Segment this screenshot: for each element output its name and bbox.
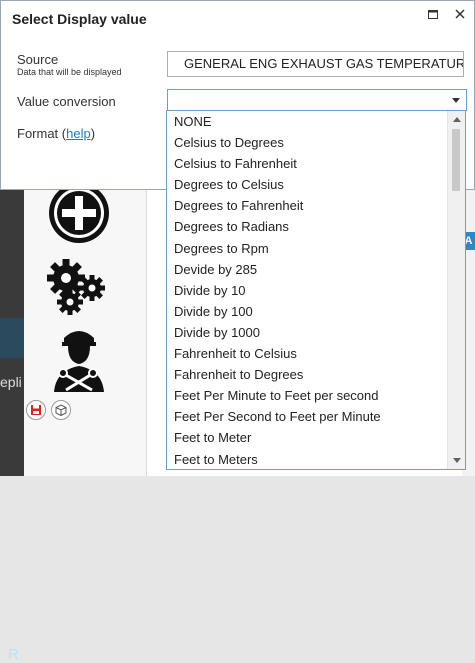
package-button[interactable] xyxy=(51,400,71,420)
dropdown-option[interactable]: Fahrenheit to Celsius xyxy=(167,343,465,364)
dropdown-option[interactable]: Feet to Meters xyxy=(167,449,465,470)
scroll-down-button[interactable] xyxy=(448,452,465,469)
format-label-suffix: ) xyxy=(90,126,96,141)
dropdown-option[interactable]: Degrees to Celsius xyxy=(167,174,465,195)
dropdown-options: NONE Celsius to Degrees Celsius to Fahrenh… xyxy=(167,111,465,470)
scrollbar-thumb[interactable] xyxy=(452,129,460,191)
gears-icon[interactable] xyxy=(46,256,110,318)
dropdown-option[interactable]: Divide by 10 xyxy=(167,280,465,301)
dropdown-option[interactable]: Feet Per Second to Feet per Minute xyxy=(167,406,465,427)
maximize-icon xyxy=(428,9,438,19)
source-field[interactable]: GENERAL ENG EXHAUST GAS TEMPERATURE: xyxy=(167,51,464,77)
format-label: Format (help) xyxy=(17,126,95,141)
dropdown-option[interactable]: Degrees to Fahrenheit xyxy=(167,195,465,216)
background-left-text: epli xyxy=(0,374,22,390)
floppy-icon xyxy=(31,405,41,415)
package-icon xyxy=(55,404,67,416)
value-conversion-select[interactable] xyxy=(167,89,467,111)
value-conversion-dropdown-list[interactable]: NONE Celsius to Degrees Celsius to Fahrenh… xyxy=(166,110,466,470)
background-tab-text: R xyxy=(8,646,19,663)
dropdown-scrollbar[interactable] xyxy=(447,111,465,469)
dialog-titlebar[interactable]: Select Display value xyxy=(1,1,474,39)
dropdown-option[interactable]: Fahrenheit to Degrees xyxy=(167,364,465,385)
mechanic-icon[interactable] xyxy=(46,326,112,396)
value-conversion-label: Value conversion xyxy=(17,94,116,109)
close-button[interactable] xyxy=(452,7,468,21)
dropdown-option[interactable]: Feet Per Minute to Feet per second xyxy=(167,385,465,406)
dropdown-option[interactable]: Divide by 1000 xyxy=(167,322,465,343)
dialog-title: Select Display value xyxy=(12,11,147,27)
scroll-up-button[interactable] xyxy=(448,111,465,128)
dropdown-option[interactable]: Celsius to Fahrenheit xyxy=(167,153,465,174)
save-button[interactable] xyxy=(26,400,46,420)
source-label: Source xyxy=(17,52,59,67)
dropdown-option[interactable]: Celsius to Degrees xyxy=(167,132,465,153)
format-help-link[interactable]: help xyxy=(66,126,91,141)
dropdown-option[interactable]: NONE xyxy=(167,111,465,132)
close-icon xyxy=(455,9,465,19)
dropdown-option[interactable]: Divide by 100 xyxy=(167,301,465,322)
source-sublabel: Data that will be displayed xyxy=(17,67,122,77)
add-circle-icon[interactable] xyxy=(46,183,112,244)
chevron-up-icon xyxy=(452,117,461,122)
maximize-button[interactable] xyxy=(425,7,441,21)
dropdown-option[interactable]: Devide by 285 xyxy=(167,259,465,280)
dropdown-option[interactable]: Degrees to Rpm xyxy=(167,238,465,259)
dropdown-option[interactable]: Degrees to Radians xyxy=(167,216,465,237)
format-label-prefix: Format ( xyxy=(17,126,67,141)
background-left-tab[interactable]: R xyxy=(0,318,24,663)
chevron-down-icon xyxy=(452,458,461,463)
chevron-down-icon xyxy=(452,98,460,103)
dropdown-option[interactable]: Feet to Meter xyxy=(167,427,465,448)
